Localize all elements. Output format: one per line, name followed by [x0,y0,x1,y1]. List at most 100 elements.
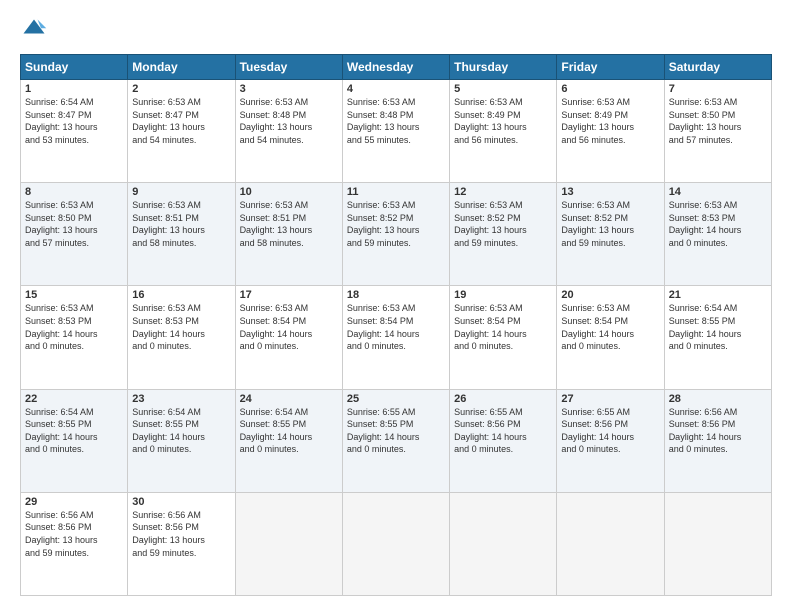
calendar-cell: 14 Sunrise: 6:53 AMSunset: 8:53 PMDaylig… [664,183,771,286]
day-number: 7 [669,83,767,95]
calendar-cell: 26 Sunrise: 6:55 AMSunset: 8:56 PMDaylig… [450,389,557,492]
day-info: Sunrise: 6:53 AMSunset: 8:52 PMDaylight:… [561,199,659,249]
calendar-cell [450,492,557,595]
day-number: 5 [454,83,552,95]
day-number: 3 [240,83,338,95]
day-number: 22 [25,393,123,405]
day-info: Sunrise: 6:53 AMSunset: 8:54 PMDaylight:… [347,302,445,352]
calendar-cell: 19 Sunrise: 6:53 AMSunset: 8:54 PMDaylig… [450,286,557,389]
calendar-cell [235,492,342,595]
day-info: Sunrise: 6:53 AMSunset: 8:51 PMDaylight:… [240,199,338,249]
calendar-row: 29 Sunrise: 6:56 AMSunset: 8:56 PMDaylig… [21,492,772,595]
day-number: 12 [454,186,552,198]
calendar-cell: 8 Sunrise: 6:53 AMSunset: 8:50 PMDayligh… [21,183,128,286]
day-number: 10 [240,186,338,198]
day-info: Sunrise: 6:53 AMSunset: 8:51 PMDaylight:… [132,199,230,249]
calendar-cell: 28 Sunrise: 6:56 AMSunset: 8:56 PMDaylig… [664,389,771,492]
calendar-table: SundayMondayTuesdayWednesdayThursdayFrid… [20,54,772,596]
calendar-cell: 4 Sunrise: 6:53 AMSunset: 8:48 PMDayligh… [342,80,449,183]
calendar-header-sunday: Sunday [21,55,128,80]
calendar-cell: 29 Sunrise: 6:56 AMSunset: 8:56 PMDaylig… [21,492,128,595]
day-number: 20 [561,289,659,301]
day-number: 23 [132,393,230,405]
day-info: Sunrise: 6:55 AMSunset: 8:55 PMDaylight:… [347,406,445,456]
calendar-cell: 25 Sunrise: 6:55 AMSunset: 8:55 PMDaylig… [342,389,449,492]
day-info: Sunrise: 6:55 AMSunset: 8:56 PMDaylight:… [561,406,659,456]
calendar-cell: 17 Sunrise: 6:53 AMSunset: 8:54 PMDaylig… [235,286,342,389]
calendar-cell: 2 Sunrise: 6:53 AMSunset: 8:47 PMDayligh… [128,80,235,183]
day-info: Sunrise: 6:53 AMSunset: 8:52 PMDaylight:… [454,199,552,249]
day-number: 25 [347,393,445,405]
calendar-cell: 5 Sunrise: 6:53 AMSunset: 8:49 PMDayligh… [450,80,557,183]
day-info: Sunrise: 6:53 AMSunset: 8:53 PMDaylight:… [669,199,767,249]
calendar-cell: 13 Sunrise: 6:53 AMSunset: 8:52 PMDaylig… [557,183,664,286]
day-info: Sunrise: 6:53 AMSunset: 8:48 PMDaylight:… [240,96,338,146]
day-info: Sunrise: 6:54 AMSunset: 8:55 PMDaylight:… [132,406,230,456]
calendar-header-wednesday: Wednesday [342,55,449,80]
day-number: 14 [669,186,767,198]
calendar-header-friday: Friday [557,55,664,80]
calendar-cell: 15 Sunrise: 6:53 AMSunset: 8:53 PMDaylig… [21,286,128,389]
day-number: 21 [669,289,767,301]
day-number: 1 [25,83,123,95]
day-info: Sunrise: 6:53 AMSunset: 8:54 PMDaylight:… [561,302,659,352]
calendar-cell: 27 Sunrise: 6:55 AMSunset: 8:56 PMDaylig… [557,389,664,492]
day-info: Sunrise: 6:54 AMSunset: 8:55 PMDaylight:… [25,406,123,456]
day-number: 13 [561,186,659,198]
calendar-cell: 18 Sunrise: 6:53 AMSunset: 8:54 PMDaylig… [342,286,449,389]
calendar-cell: 16 Sunrise: 6:53 AMSunset: 8:53 PMDaylig… [128,286,235,389]
day-number: 9 [132,186,230,198]
day-info: Sunrise: 6:53 AMSunset: 8:53 PMDaylight:… [132,302,230,352]
day-number: 6 [561,83,659,95]
calendar-cell: 23 Sunrise: 6:54 AMSunset: 8:55 PMDaylig… [128,389,235,492]
day-number: 19 [454,289,552,301]
calendar-cell: 1 Sunrise: 6:54 AMSunset: 8:47 PMDayligh… [21,80,128,183]
day-info: Sunrise: 6:53 AMSunset: 8:50 PMDaylight:… [25,199,123,249]
logo [20,16,52,44]
header [20,16,772,44]
day-info: Sunrise: 6:53 AMSunset: 8:50 PMDaylight:… [669,96,767,146]
day-number: 18 [347,289,445,301]
day-number: 17 [240,289,338,301]
calendar-cell: 12 Sunrise: 6:53 AMSunset: 8:52 PMDaylig… [450,183,557,286]
day-info: Sunrise: 6:53 AMSunset: 8:49 PMDaylight:… [561,96,659,146]
logo-icon [20,16,48,44]
calendar-header-tuesday: Tuesday [235,55,342,80]
calendar-header-row: SundayMondayTuesdayWednesdayThursdayFrid… [21,55,772,80]
day-number: 2 [132,83,230,95]
day-number: 27 [561,393,659,405]
day-number: 26 [454,393,552,405]
calendar-cell: 9 Sunrise: 6:53 AMSunset: 8:51 PMDayligh… [128,183,235,286]
day-number: 28 [669,393,767,405]
day-info: Sunrise: 6:53 AMSunset: 8:53 PMDaylight:… [25,302,123,352]
calendar-cell: 22 Sunrise: 6:54 AMSunset: 8:55 PMDaylig… [21,389,128,492]
calendar-cell: 11 Sunrise: 6:53 AMSunset: 8:52 PMDaylig… [342,183,449,286]
calendar-header-saturday: Saturday [664,55,771,80]
page: SundayMondayTuesdayWednesdayThursdayFrid… [0,0,792,612]
calendar-cell: 6 Sunrise: 6:53 AMSunset: 8:49 PMDayligh… [557,80,664,183]
day-info: Sunrise: 6:54 AMSunset: 8:55 PMDaylight:… [240,406,338,456]
day-info: Sunrise: 6:53 AMSunset: 8:47 PMDaylight:… [132,96,230,146]
calendar-cell: 30 Sunrise: 6:56 AMSunset: 8:56 PMDaylig… [128,492,235,595]
day-info: Sunrise: 6:55 AMSunset: 8:56 PMDaylight:… [454,406,552,456]
calendar-cell: 21 Sunrise: 6:54 AMSunset: 8:55 PMDaylig… [664,286,771,389]
calendar-row: 8 Sunrise: 6:53 AMSunset: 8:50 PMDayligh… [21,183,772,286]
day-info: Sunrise: 6:56 AMSunset: 8:56 PMDaylight:… [25,509,123,559]
calendar-cell: 3 Sunrise: 6:53 AMSunset: 8:48 PMDayligh… [235,80,342,183]
calendar-header-thursday: Thursday [450,55,557,80]
day-number: 11 [347,186,445,198]
calendar-cell: 20 Sunrise: 6:53 AMSunset: 8:54 PMDaylig… [557,286,664,389]
calendar-cell: 7 Sunrise: 6:53 AMSunset: 8:50 PMDayligh… [664,80,771,183]
calendar-cell [664,492,771,595]
day-info: Sunrise: 6:56 AMSunset: 8:56 PMDaylight:… [669,406,767,456]
day-info: Sunrise: 6:53 AMSunset: 8:52 PMDaylight:… [347,199,445,249]
day-number: 30 [132,496,230,508]
day-info: Sunrise: 6:53 AMSunset: 8:54 PMDaylight:… [240,302,338,352]
day-number: 24 [240,393,338,405]
calendar-row: 1 Sunrise: 6:54 AMSunset: 8:47 PMDayligh… [21,80,772,183]
day-number: 15 [25,289,123,301]
day-info: Sunrise: 6:53 AMSunset: 8:54 PMDaylight:… [454,302,552,352]
day-info: Sunrise: 6:53 AMSunset: 8:49 PMDaylight:… [454,96,552,146]
day-info: Sunrise: 6:56 AMSunset: 8:56 PMDaylight:… [132,509,230,559]
day-info: Sunrise: 6:54 AMSunset: 8:55 PMDaylight:… [669,302,767,352]
